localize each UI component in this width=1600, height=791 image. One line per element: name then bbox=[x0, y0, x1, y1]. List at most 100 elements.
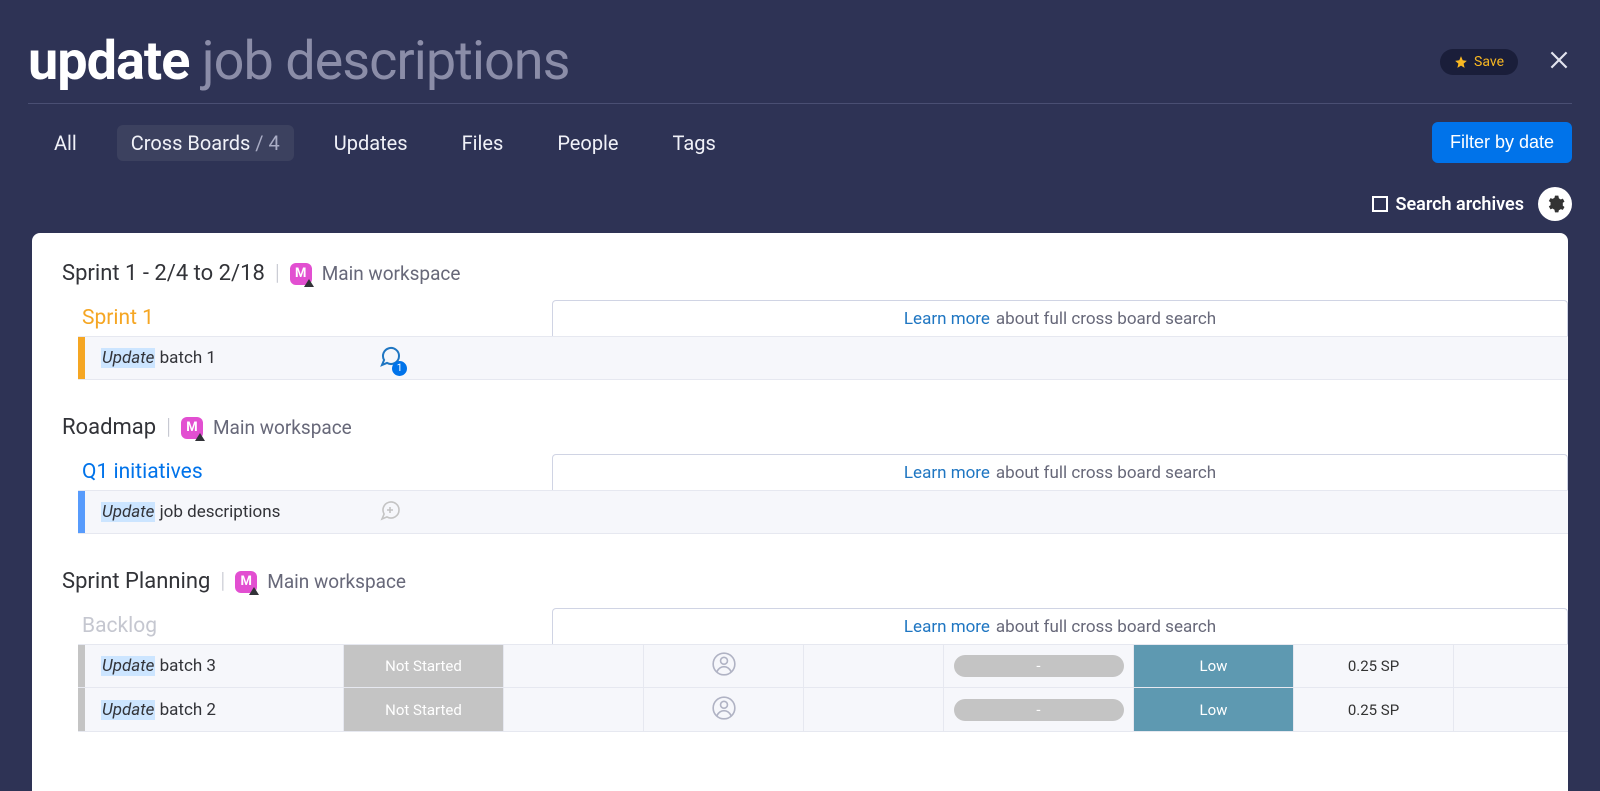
status-value: Not Started bbox=[344, 688, 503, 731]
tab-cross-boards-count: / 4 bbox=[250, 131, 279, 155]
workspace-badge: M bbox=[235, 571, 257, 593]
board-header[interactable]: Sprint 1 - 2/4 to 2/18 | M Main workspac… bbox=[32, 261, 1568, 300]
learn-more-bar: Learn more about full cross board search bbox=[552, 608, 1568, 644]
workspace-badge: M bbox=[290, 263, 312, 285]
blank-cell bbox=[803, 688, 943, 731]
board-title: Sprint Planning bbox=[62, 569, 210, 594]
status-value: Not Started bbox=[344, 645, 503, 687]
tab-people[interactable]: People bbox=[543, 125, 632, 161]
tab-cross-boards[interactable]: Cross Boards / 4 bbox=[117, 125, 294, 161]
item-row[interactable]: Update batch 3 Not Started - Low 0.25 SP bbox=[78, 644, 1568, 688]
person-icon bbox=[711, 695, 737, 721]
status-cell[interactable]: Not Started bbox=[343, 688, 503, 731]
tail-cell bbox=[1453, 645, 1553, 687]
item-row[interactable]: Update batch 2 Not Started - Low 0.25 SP bbox=[78, 688, 1568, 732]
workspace-badge: M bbox=[181, 417, 203, 439]
workspace-name: Main workspace bbox=[213, 416, 352, 439]
item-row[interactable]: Update batch 1 1 bbox=[78, 336, 1568, 380]
item-row[interactable]: Update job descriptions bbox=[78, 490, 1568, 534]
item-rest: batch 3 bbox=[155, 656, 216, 676]
save-button[interactable]: Save bbox=[1440, 49, 1518, 75]
board-block: Sprint Planning | M Main workspace Backl… bbox=[32, 569, 1568, 747]
blank-cell bbox=[803, 645, 943, 687]
chat-add-button[interactable] bbox=[378, 498, 402, 526]
query-rest: job descriptions bbox=[189, 30, 569, 93]
workspace-name: Main workspace bbox=[267, 570, 406, 593]
tabs: All Cross Boards / 4 Updates Files Peopl… bbox=[40, 125, 730, 161]
learn-more-link[interactable]: Learn more bbox=[904, 463, 990, 483]
chat-count-badge: 1 bbox=[392, 361, 407, 376]
item-name[interactable]: Update batch 1 bbox=[85, 348, 365, 368]
learn-more-bar: Learn more about full cross board search bbox=[552, 454, 1568, 490]
workspace-name: Main workspace bbox=[322, 262, 461, 285]
priority-cell[interactable]: Low bbox=[1133, 688, 1293, 731]
results-panel: Sprint 1 - 2/4 to 2/18 | M Main workspac… bbox=[32, 233, 1568, 791]
sep: | bbox=[166, 415, 171, 440]
query-bold: update bbox=[28, 30, 189, 93]
search-archives-checkbox[interactable]: Search archives bbox=[1372, 194, 1525, 215]
search-title: update job descriptions bbox=[28, 30, 569, 93]
item-color-bar bbox=[78, 645, 85, 687]
person-cell[interactable] bbox=[643, 645, 803, 687]
board-title: Sprint 1 - 2/4 to 2/18 bbox=[62, 261, 265, 286]
timeline-cell[interactable]: - bbox=[943, 645, 1133, 687]
item-color-bar bbox=[78, 688, 85, 731]
learn-more-text: about full cross board search bbox=[996, 617, 1216, 637]
highlight: Update bbox=[101, 348, 155, 368]
tab-tags[interactable]: Tags bbox=[659, 125, 730, 161]
group-name[interactable]: Q1 initiatives bbox=[78, 454, 552, 490]
item-rest: batch 1 bbox=[155, 348, 216, 368]
tab-cross-boards-label: Cross Boards bbox=[131, 131, 251, 155]
item-name[interactable]: Update batch 3 bbox=[85, 656, 343, 676]
priority-value: Low bbox=[1134, 645, 1293, 687]
timeline-value: - bbox=[954, 699, 1124, 721]
timeline-cell[interactable]: - bbox=[943, 688, 1133, 731]
tab-files[interactable]: Files bbox=[448, 125, 518, 161]
board-block: Sprint 1 - 2/4 to 2/18 | M Main workspac… bbox=[32, 261, 1568, 395]
learn-more-bar: Learn more about full cross board search bbox=[552, 300, 1568, 336]
storypoints-cell[interactable]: 0.25 SP bbox=[1293, 645, 1453, 687]
blank-cell bbox=[503, 645, 643, 687]
storypoints-cell[interactable]: 0.25 SP bbox=[1293, 688, 1453, 731]
star-icon bbox=[1454, 55, 1468, 69]
tail-cell bbox=[1453, 688, 1553, 731]
highlight: Update bbox=[101, 502, 155, 522]
priority-value: Low bbox=[1134, 688, 1293, 731]
checkbox-icon bbox=[1372, 196, 1388, 212]
group-name[interactable]: Sprint 1 bbox=[78, 300, 552, 336]
item-rest: job descriptions bbox=[155, 502, 280, 522]
learn-more-text: about full cross board search bbox=[996, 463, 1216, 483]
highlight: Update bbox=[101, 656, 155, 676]
sep: | bbox=[275, 261, 280, 286]
person-cell[interactable] bbox=[643, 688, 803, 731]
close-button[interactable] bbox=[1546, 47, 1572, 77]
learn-more-link[interactable]: Learn more bbox=[904, 309, 990, 329]
board-title: Roadmap bbox=[62, 415, 156, 440]
learn-more-link[interactable]: Learn more bbox=[904, 617, 990, 637]
learn-more-text: about full cross board search bbox=[996, 309, 1216, 329]
timeline-value: - bbox=[954, 655, 1124, 677]
save-label: Save bbox=[1474, 54, 1504, 70]
search-archives-label: Search archives bbox=[1396, 194, 1525, 215]
blank-cell bbox=[503, 688, 643, 731]
board-header[interactable]: Roadmap | M Main workspace bbox=[32, 415, 1568, 454]
group-name[interactable]: Backlog bbox=[78, 608, 552, 644]
tab-updates[interactable]: Updates bbox=[320, 125, 422, 161]
sep: | bbox=[220, 569, 225, 594]
close-icon bbox=[1546, 47, 1572, 73]
search-settings-button[interactable] bbox=[1538, 187, 1572, 221]
item-rest: batch 2 bbox=[155, 700, 216, 720]
board-block: Roadmap | M Main workspace Q1 initiative… bbox=[32, 415, 1568, 549]
status-cell[interactable]: Not Started bbox=[343, 645, 503, 687]
highlight: Update bbox=[101, 700, 155, 720]
item-name[interactable]: Update batch 2 bbox=[85, 700, 343, 720]
priority-cell[interactable]: Low bbox=[1133, 645, 1293, 687]
board-header[interactable]: Sprint Planning | M Main workspace bbox=[32, 569, 1568, 608]
person-icon bbox=[711, 651, 737, 677]
item-name[interactable]: Update job descriptions bbox=[85, 502, 365, 522]
item-color-bar bbox=[78, 491, 85, 533]
item-color-bar bbox=[78, 337, 85, 379]
tab-all[interactable]: All bbox=[40, 125, 91, 161]
filter-by-date-button[interactable]: Filter by date bbox=[1432, 122, 1572, 163]
chat-button[interactable]: 1 bbox=[378, 344, 402, 372]
